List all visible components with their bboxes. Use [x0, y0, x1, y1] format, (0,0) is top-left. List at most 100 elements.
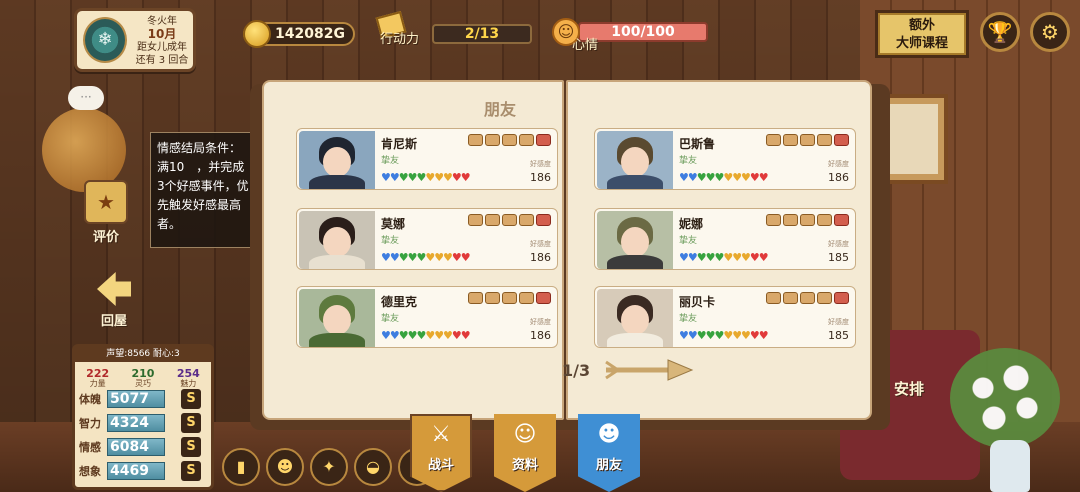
friend-card-mona[interactable]: 莫娜 挚友 ♥♥♥♥♥♥♥♥♥♥ 好感度 186 [296, 208, 558, 270]
friend-icon: ☻ [597, 422, 621, 447]
stat-rank: S [181, 437, 201, 457]
stat-rank: S [181, 461, 201, 481]
friend-tag: 挚友 [679, 156, 698, 166]
strength-label: 力量 [89, 379, 106, 388]
fav-label: 好感度 [530, 160, 551, 168]
reputation-patience: 声望:8566 耐心:3 [75, 347, 211, 362]
tab-friends[interactable]: ☻ 朋友 [578, 414, 640, 492]
event-icons [766, 134, 849, 146]
fav-label: 好感度 [530, 318, 551, 326]
friend-score: 185 [828, 329, 849, 342]
character-icon[interactable]: ☻ [266, 448, 304, 486]
friend-tag: 挚友 [381, 236, 400, 246]
arrow-left-icon [97, 272, 131, 306]
flower-bouquet-decoration [950, 348, 1060, 448]
stat-value: 5077 [107, 390, 165, 408]
gear-icon[interactable]: ⚙ [1030, 12, 1070, 52]
tab-battle-label: 战斗 [427, 458, 454, 473]
home-label: 回屋 [100, 314, 127, 329]
friend-name: 巴斯鲁 [679, 137, 716, 151]
stat-name: 想象 [79, 465, 101, 478]
friend-tag: 挚友 [381, 314, 400, 324]
heart-meter: ♥♥♥♥♥♥♥♥♥♥ [679, 251, 769, 264]
next-page-arrow-icon[interactable] [604, 358, 694, 382]
fav-label: 好感度 [828, 160, 849, 168]
friend-score: 186 [530, 171, 551, 184]
charm-label: 魅力 [180, 379, 197, 388]
friend-tag: 挚友 [381, 156, 400, 166]
back-home-button[interactable]: 回屋 [94, 272, 134, 329]
stat-row: 体魄 5077 S [79, 387, 207, 411]
rate-label: 评价 [92, 230, 119, 245]
rate-button[interactable]: ★ 评价 [82, 180, 130, 245]
fav-label: 好感度 [828, 240, 849, 248]
extra-master-course-button[interactable]: 额外 大师课程 [875, 10, 969, 58]
vase-decoration [990, 440, 1030, 492]
friend-name: 丽贝卡 [679, 295, 716, 309]
stat-rank: S [181, 413, 201, 433]
action-points: 2/13 行动力 [375, 11, 532, 47]
badge-star-icon[interactable]: ✦ [310, 448, 348, 486]
stat-value: 6084 [107, 438, 165, 456]
chat-bubble-icon[interactable]: ··· [68, 86, 104, 110]
friend-name: 肯尼斯 [381, 137, 418, 151]
page-indicator: 1/3 [562, 361, 591, 380]
stat-name: 智力 [79, 417, 101, 430]
avatar [597, 289, 673, 347]
friend-card-rebecca[interactable]: 丽贝卡 挚友 ♥♥♥♥♥♥♥♥♥♥ 好感度 185 [594, 286, 856, 348]
avatar [299, 131, 375, 189]
mood-meter: 100/100 ☺ 心情 [552, 18, 712, 53]
heart-meter: ♥♥♥♥♥♥♥♥♥♥ [679, 171, 769, 184]
tab-battle[interactable]: ⚔ 战斗 [410, 414, 472, 492]
event-icons [468, 134, 551, 146]
heart-meter: ♥♥♥♥♥♥♥♥♥♥ [381, 171, 471, 184]
event-icons [468, 214, 551, 226]
date-panel: ❄ 冬火年 10月 距女儿成年 还有 3 回合 [74, 8, 196, 72]
fav-label: 好感度 [530, 240, 551, 248]
season-emblem-icon: ❄ [83, 17, 127, 63]
stat-row: 想象 4469 S [79, 459, 207, 483]
month-label: 10月 [147, 27, 177, 41]
gold-coin-icon [243, 20, 271, 48]
tab-profile-label: 资料 [511, 458, 538, 473]
avatar [597, 211, 673, 269]
action-points-label: 行动力 [380, 32, 420, 47]
face-icon: ☺ [513, 422, 537, 447]
friend-score: 186 [828, 171, 849, 184]
friend-tag: 挚友 [679, 236, 698, 246]
bag-icon[interactable]: ◒ [354, 448, 392, 486]
avatar [597, 131, 673, 189]
friend-card-kenneth[interactable]: 肯尼斯 挚友 ♥♥♥♥♥♥♥♥♥♥ 好感度 186 [296, 128, 558, 190]
stat-name: 情感 [79, 441, 101, 454]
avatar [299, 289, 375, 347]
trophy-icon[interactable]: 🏆 [980, 12, 1020, 52]
bar-chart-icon[interactable]: ▮ [222, 448, 260, 486]
event-icons [468, 292, 551, 304]
date-line1: 距女儿成年 [137, 42, 187, 53]
heart-meter: ♥♥♥♥♥♥♥♥♥♥ [381, 251, 471, 264]
stat-name: 体魄 [79, 393, 101, 406]
friend-name: 妮娜 [679, 217, 704, 231]
arrange-button[interactable]: 安排 [894, 378, 924, 399]
friend-card-nina[interactable]: 妮娜 挚友 ♥♥♥♥♥♥♥♥♥♥ 好感度 185 [594, 208, 856, 270]
fav-label: 好感度 [828, 318, 849, 326]
tab-profile[interactable]: ☺ 资料 [494, 414, 556, 492]
tab-friends-label: 朋友 [595, 458, 622, 473]
stat-row: 情感 6084 S [79, 435, 207, 459]
mood-label: 心情 [572, 38, 599, 53]
event-icons [766, 292, 849, 304]
friend-card-basru[interactable]: 巴斯鲁 挚友 ♥♥♥♥♥♥♥♥♥♥ 好感度 186 [594, 128, 856, 190]
stat-value: 4469 [107, 462, 165, 480]
friend-score: 185 [828, 251, 849, 264]
stat-rank: S [181, 389, 201, 409]
ending-condition-tooltip: 情感结局条件：满10 ，并完成3个好感事件，优先触发好感最高者。 [150, 132, 256, 248]
extra-course-line2: 大师课程 [895, 36, 948, 51]
friend-name: 德里克 [381, 295, 418, 309]
friend-card-derek[interactable]: 德里克 挚友 ♥♥♥♥♥♥♥♥♥♥ 好感度 186 [296, 286, 558, 348]
stat-value: 4324 [107, 414, 165, 432]
extra-course-line1: 额外 [908, 18, 935, 33]
date-text: 冬火年 10月 距女儿成年 还有 3 回合 [129, 15, 195, 67]
heart-meter: ♥♥♥♥♥♥♥♥♥♥ [381, 329, 471, 342]
action-points-value: 2/13 [432, 24, 532, 44]
stat-row: 智力 4324 S [79, 411, 207, 435]
